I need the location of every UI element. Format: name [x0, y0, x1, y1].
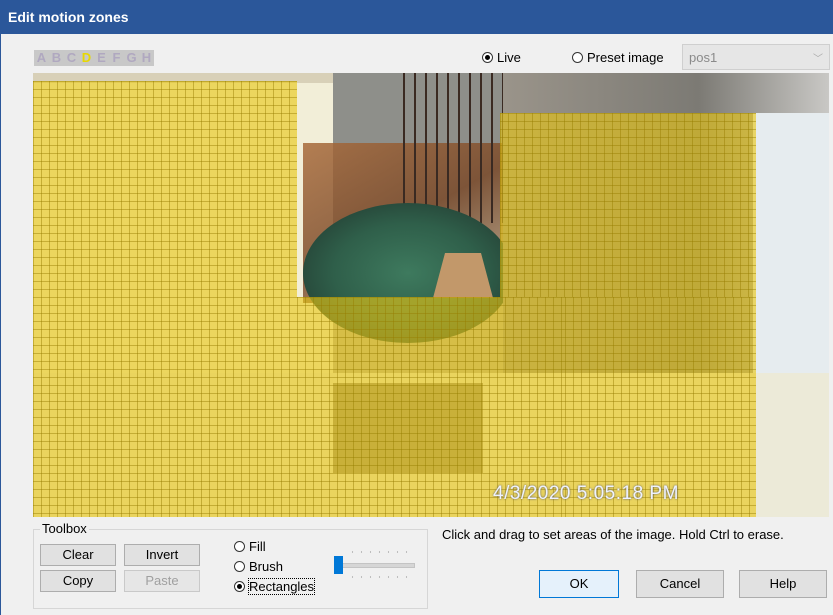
live-radio[interactable]: Live: [482, 50, 521, 65]
brush-radio-icon[interactable]: [234, 561, 245, 572]
brush-radio[interactable]: Brush: [234, 559, 283, 574]
chevron-down-icon: ﹀: [813, 54, 823, 65]
preset-image-radio[interactable]: Preset image: [572, 50, 664, 65]
zone-tab-b[interactable]: B: [49, 50, 64, 66]
slider-ticks-bottom: [348, 576, 410, 578]
zone-tab-f[interactable]: F: [109, 50, 124, 66]
preset-value: pos1: [689, 50, 718, 65]
preset-label: Preset image: [587, 50, 664, 65]
rectangles-label: Rectangles: [247, 578, 316, 595]
scene-stair-rail: [403, 73, 503, 223]
ok-button[interactable]: OK: [539, 570, 619, 598]
camera-view[interactable]: 4/3/2020 5:05:18 PM: [33, 73, 829, 517]
zone-tab-h[interactable]: H: [139, 50, 154, 66]
brush-size-slider-thumb[interactable]: [334, 556, 343, 574]
invert-button[interactable]: Invert: [124, 544, 200, 566]
rectangles-radio-icon[interactable]: [234, 581, 245, 592]
toolbox-group: [33, 529, 428, 609]
title-bar: Edit motion zones: [0, 0, 833, 34]
toolbox-title: Toolbox: [40, 521, 89, 536]
brush-size-slider-track[interactable]: [335, 563, 415, 568]
slider-ticks-top: [348, 551, 410, 553]
motion-zone-area[interactable]: [33, 81, 297, 517]
preset-radio-icon[interactable]: [572, 52, 583, 63]
instruction-text: Click and drag to set areas of the image…: [442, 527, 784, 542]
live-radio-icon[interactable]: [482, 52, 493, 63]
camera-timestamp: 4/3/2020 5:05:18 PM: [493, 483, 679, 504]
zone-tab-a[interactable]: A: [34, 50, 49, 66]
scene-window: [753, 113, 829, 373]
rectangles-radio[interactable]: Rectangles: [234, 578, 316, 595]
help-button[interactable]: Help: [739, 570, 827, 598]
cancel-button[interactable]: Cancel: [636, 570, 724, 598]
zone-tab-g[interactable]: G: [124, 50, 139, 66]
fill-radio[interactable]: Fill: [234, 539, 266, 554]
clear-button[interactable]: Clear: [40, 544, 116, 566]
preset-dropdown[interactable]: pos1 ﹀: [682, 44, 830, 70]
motion-zone-area[interactable]: [500, 113, 756, 297]
zone-tab-e[interactable]: E: [94, 50, 109, 66]
copy-button[interactable]: Copy: [40, 570, 116, 592]
window-title: Edit motion zones: [8, 9, 129, 25]
live-label: Live: [497, 50, 521, 65]
zone-selector: A B C D E F G H: [34, 50, 154, 66]
paste-button[interactable]: Paste: [124, 570, 200, 592]
zone-tab-d[interactable]: D: [79, 50, 94, 66]
brush-label: Brush: [249, 559, 283, 574]
fill-radio-icon[interactable]: [234, 541, 245, 552]
fill-label: Fill: [249, 539, 266, 554]
zone-tab-c[interactable]: C: [64, 50, 79, 66]
